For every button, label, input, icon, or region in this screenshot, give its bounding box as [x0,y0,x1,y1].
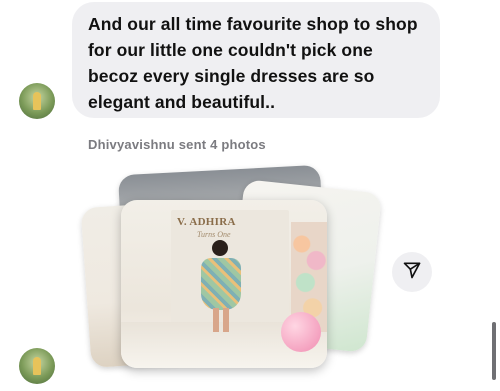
avatar-figure [33,92,41,110]
send-arrow-icon [402,260,422,285]
photo-pink-balloon [281,312,321,352]
avatar[interactable] [19,348,55,384]
photo-banner-subtitle: Turns One [197,230,231,239]
share-button[interactable] [392,252,432,292]
photo-child-head [212,240,228,256]
scrollbar[interactable] [492,322,496,380]
photo-child-dress [201,258,241,310]
sent-photos-label: Dhivyavishnu sent 4 photos [88,137,266,152]
photo-child-legs [213,308,229,332]
avatar-figure [33,357,41,375]
photo-thumb-main[interactable]: V. ADHIRA Turns One [121,200,327,368]
message-bubble[interactable]: And our all time favourite shop to shop … [72,2,440,118]
avatar[interactable] [19,83,55,119]
photo-banner-title: V. ADHIRA [177,216,236,228]
message-text: And our all time favourite shop to shop … [88,14,418,112]
